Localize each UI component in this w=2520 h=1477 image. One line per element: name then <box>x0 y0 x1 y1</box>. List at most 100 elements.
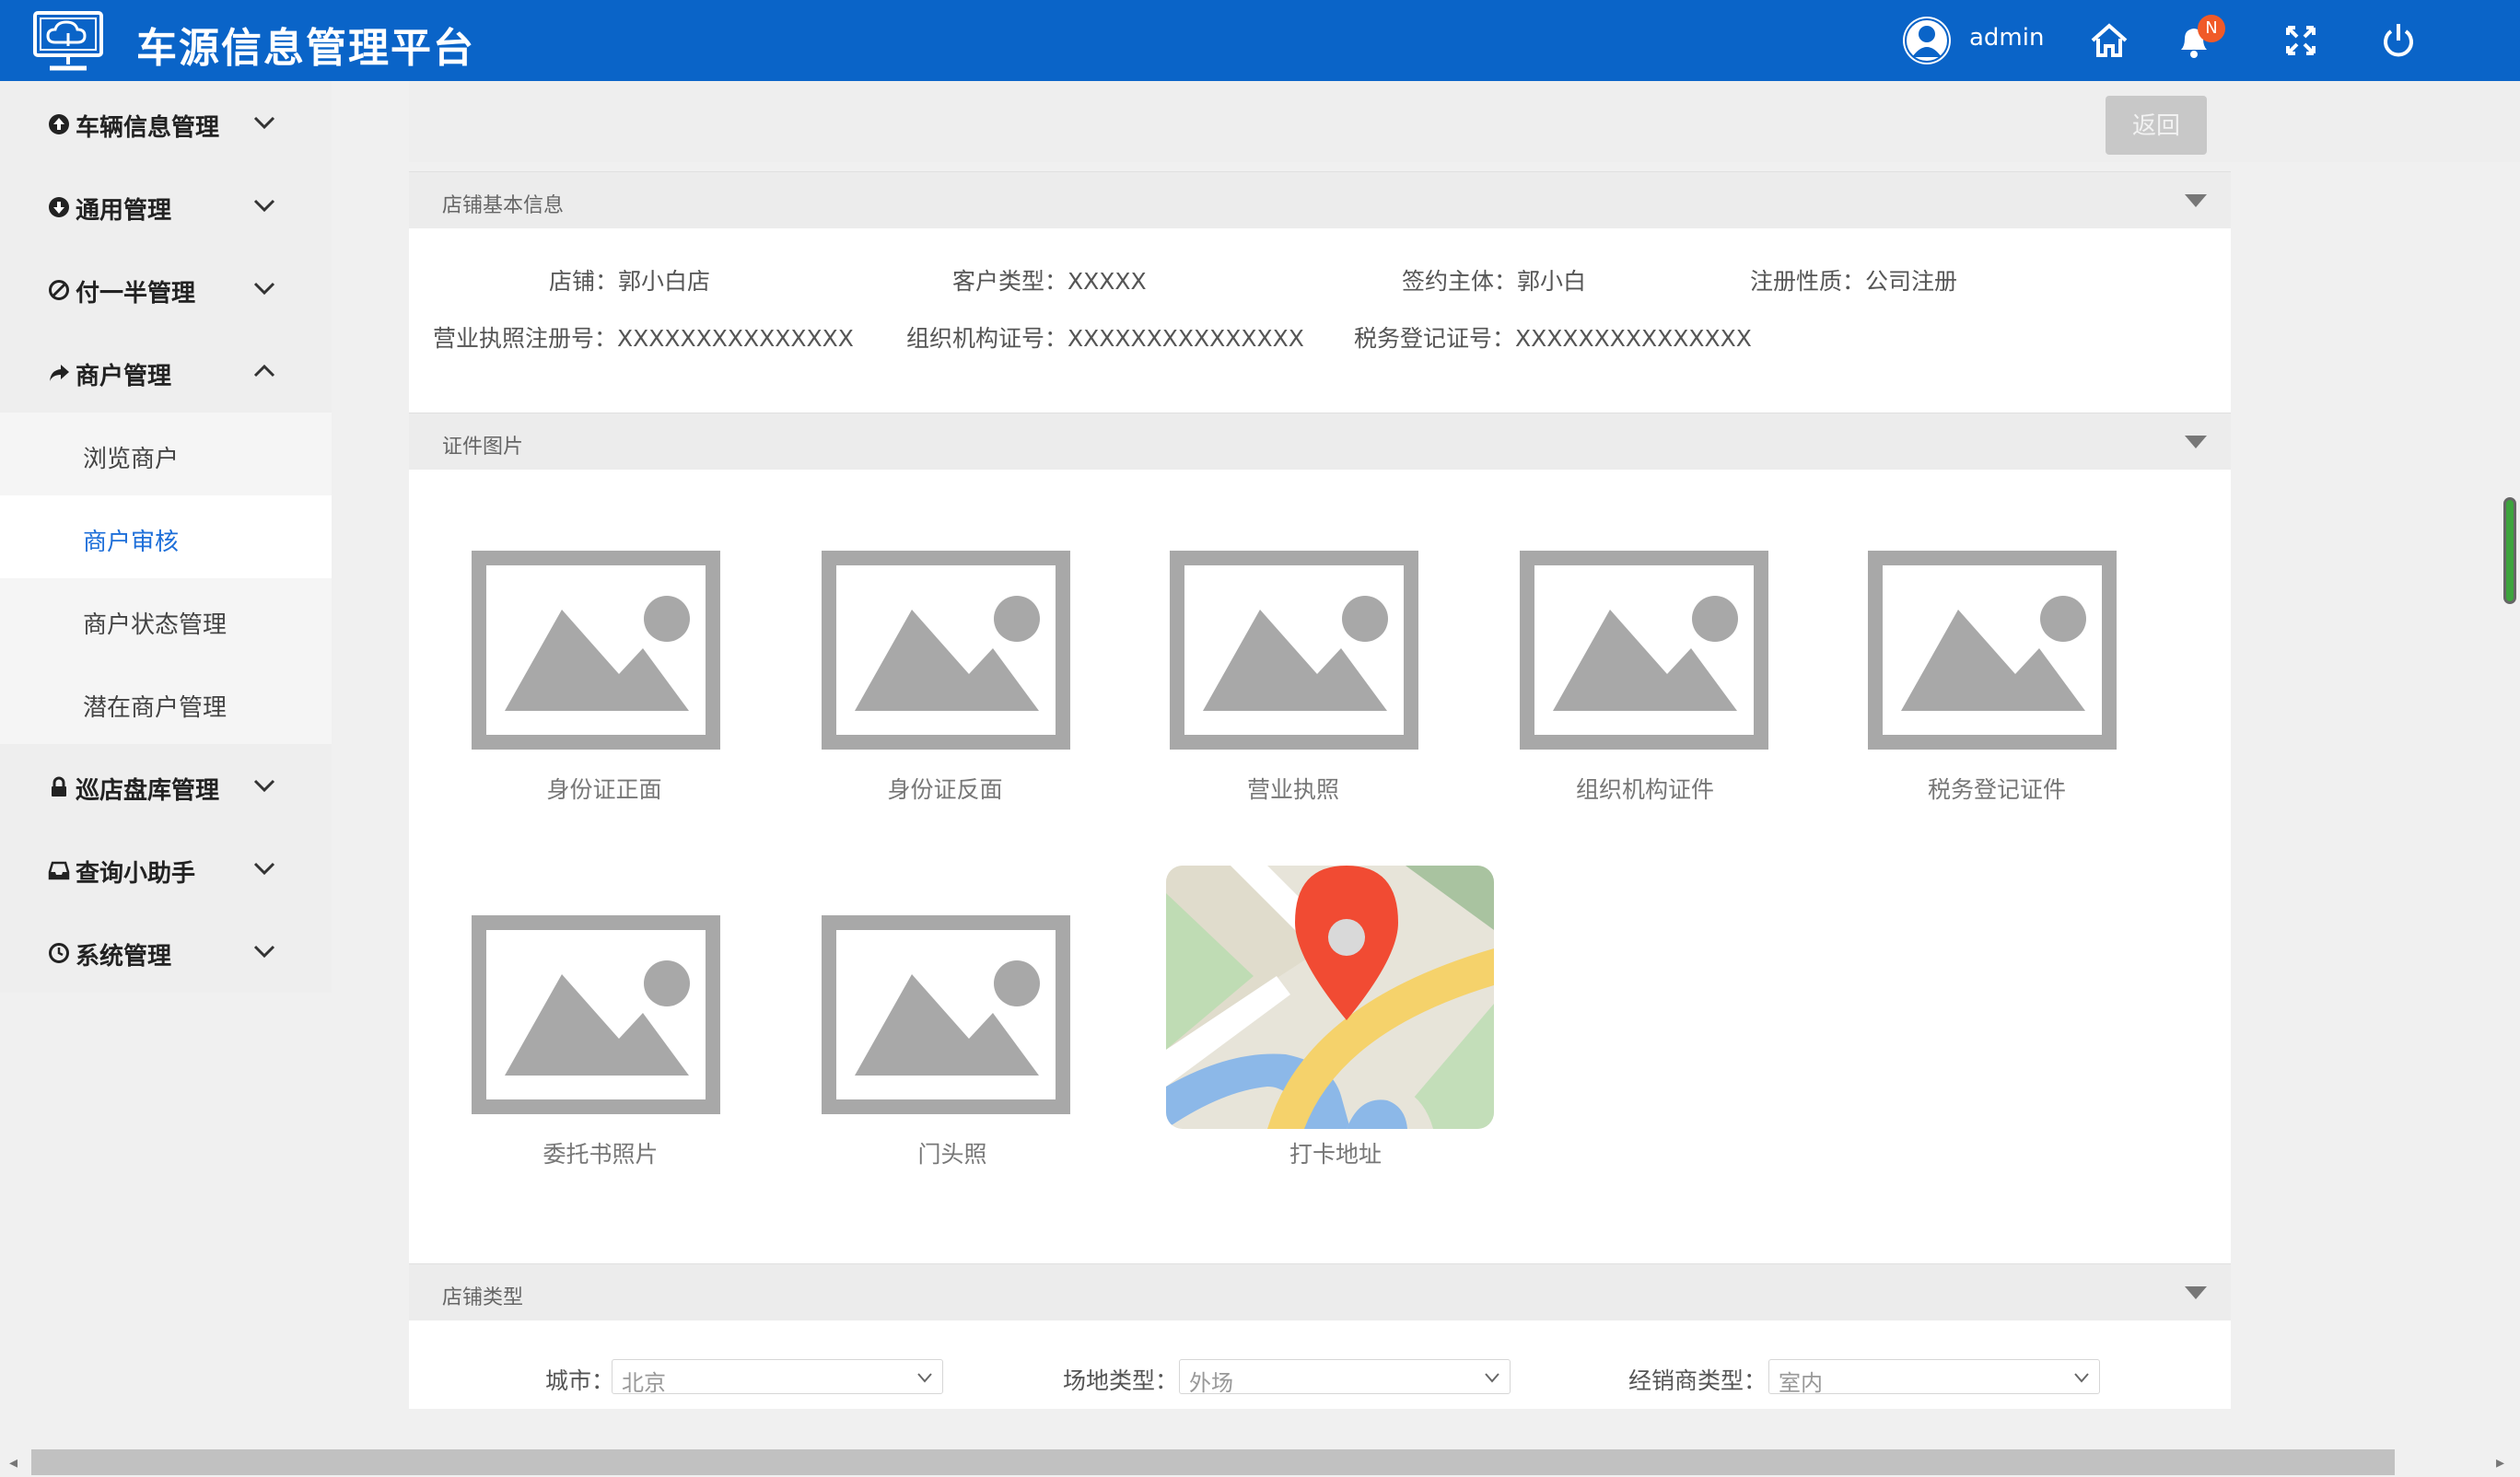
sidebar-sub-label: 潜在商户管理 <box>83 694 228 722</box>
vertical-scrollbar-thumb[interactable] <box>2503 497 2516 604</box>
tax-registration-no: 税务登记证号：XXXXXXXXXXXXXXX <box>1354 325 1752 352</box>
map-pin-icon <box>1166 866 1494 1129</box>
dealer-type-select[interactable]: 室内 <box>1768 1359 2100 1396</box>
org-cert-photo[interactable] <box>1520 551 1768 750</box>
arrow-circle-down-icon <box>49 197 69 217</box>
user-avatar-icon[interactable] <box>1901 15 1953 66</box>
power-icon[interactable] <box>2378 20 2419 61</box>
authorization-letter-photo[interactable] <box>472 915 720 1114</box>
image-placeholder-icon <box>1520 551 1768 750</box>
horizontal-scrollbar-thumb[interactable] <box>31 1449 2395 1475</box>
photo-caption: 组织机构证件 <box>1575 776 1714 803</box>
photo-caption: 税务登记证件 <box>1927 776 2066 803</box>
select-value: 室内 <box>1779 1370 1823 1396</box>
sidebar-item-general[interactable]: 通用管理 <box>0 164 332 247</box>
image-placeholder-icon <box>472 915 720 1114</box>
business-license-photo[interactable] <box>1170 551 1418 750</box>
username-label[interactable]: admin <box>1969 24 2044 52</box>
chevron-down-icon <box>253 282 275 296</box>
chevron-down-icon <box>2074 1373 2089 1383</box>
storefront-photo[interactable] <box>822 915 1070 1114</box>
registration-nature: 注册性质：公司注册 <box>1750 268 1958 295</box>
chevron-down-icon <box>917 1373 932 1383</box>
sidebar-item-vehicle-info[interactable]: 车辆信息管理 <box>0 81 332 164</box>
ban-icon <box>49 280 69 300</box>
fullscreen-icon[interactable] <box>2281 20 2321 61</box>
id-front-photo[interactable] <box>472 551 720 750</box>
sidebar-item-merchant[interactable]: 商户管理 <box>0 330 332 413</box>
customer-type: 客户类型：XXXXX <box>952 268 1147 295</box>
select-value: 外场 <box>1189 1370 1233 1396</box>
app-title: 车源信息管理平台 <box>136 25 475 72</box>
tax-cert-photo[interactable] <box>1868 551 2117 750</box>
sidebar-item-label: 查询小助手 <box>76 860 196 888</box>
sidebar-sub-label: 浏览商户 <box>83 446 180 473</box>
caret-down-icon[interactable] <box>2185 194 2207 207</box>
image-placeholder-icon <box>822 915 1070 1114</box>
panel-header[interactable]: 店铺基本信息 <box>409 171 2231 228</box>
store-name: 店铺：郭小白店 <box>549 268 711 295</box>
chevron-down-icon <box>253 199 275 213</box>
panel-title: 证件图片 <box>442 436 524 459</box>
id-back-photo[interactable] <box>822 551 1070 750</box>
chevron-down-icon <box>1485 1373 1499 1383</box>
lock-icon <box>52 776 66 797</box>
checkin-map[interactable] <box>1166 866 1494 1129</box>
image-placeholder-icon <box>822 551 1070 750</box>
sidebar-item-half-pay[interactable]: 付一半管理 <box>0 247 332 330</box>
sidebar-item-label: 系统管理 <box>76 943 172 971</box>
sidebar-sub-potential-merchant[interactable]: 潜在商户管理 <box>0 661 332 744</box>
photo-caption: 门头照 <box>917 1141 987 1168</box>
sidebar-item-system[interactable]: 系统管理 <box>0 910 332 993</box>
image-placeholder-icon <box>1868 551 2117 750</box>
sidebar-item-label: 车辆信息管理 <box>76 114 220 142</box>
venue-type-select[interactable]: 外场 <box>1179 1359 1511 1396</box>
inbox-icon <box>48 861 70 880</box>
arrow-circle-up-icon <box>49 114 69 134</box>
sidebar-item-label: 巡店盘库管理 <box>76 777 220 805</box>
sidebar-item-label: 付一半管理 <box>76 280 196 308</box>
dealer-type-label: 经销商类型： <box>1628 1367 1768 1394</box>
sidebar-item-patrol[interactable]: 巡店盘库管理 <box>0 744 332 827</box>
sidebar-item-query-helper[interactable]: 查询小助手 <box>0 827 332 910</box>
chevron-down-icon <box>253 862 275 876</box>
chevron-down-icon <box>253 116 275 130</box>
sidebar-sub-label: 商户状态管理 <box>83 611 228 639</box>
back-button[interactable]: 返回 <box>2106 96 2207 155</box>
caret-down-icon[interactable] <box>2185 436 2207 448</box>
city-select[interactable]: 北京 <box>612 1359 943 1396</box>
business-license-no: 营业执照注册号：XXXXXXXXXXXXXXX <box>433 325 854 352</box>
chevron-up-icon <box>253 364 275 378</box>
chevron-down-icon <box>253 779 275 793</box>
sidebar-sub-merchant-review[interactable]: 商户审核 <box>0 495 332 578</box>
top-header: 车源信息管理平台 admin N <box>0 0 2520 81</box>
panel-header[interactable]: 证件图片 <box>409 413 2231 470</box>
sidebar-sub-label: 商户审核 <box>83 529 180 556</box>
scroll-right-icon[interactable]: ▸ <box>2496 1453 2504 1472</box>
home-icon[interactable] <box>2089 20 2129 61</box>
sidebar-sub-merchant-status[interactable]: 商户状态管理 <box>0 578 332 661</box>
image-placeholder-icon <box>472 551 720 750</box>
photo-caption: 身份证正面 <box>546 776 662 803</box>
contract-party: 签约主体：郭小白 <box>1402 268 1587 295</box>
share-icon <box>50 365 69 381</box>
panel-title: 店铺基本信息 <box>442 194 565 217</box>
venue-type-label: 场地类型： <box>1063 1367 1179 1394</box>
photo-caption: 营业执照 <box>1246 776 1339 803</box>
chevron-down-icon <box>253 945 275 959</box>
store-type-panel: 店铺类型 城市： 北京 场地类型： 外场 经销商类型： 室内 <box>409 1263 2231 1409</box>
notification-badge: N <box>2198 15 2225 42</box>
panel-header[interactable]: 店铺类型 <box>409 1263 2231 1320</box>
sidebar-item-label: 通用管理 <box>76 197 172 225</box>
scroll-left-icon[interactable]: ◂ <box>9 1453 18 1472</box>
image-placeholder-icon <box>1170 551 1418 750</box>
map-caption: 打卡地址 <box>1289 1141 1382 1168</box>
city-label: 城市： <box>545 1367 615 1394</box>
sidebar-item-label: 商户管理 <box>76 363 172 390</box>
clock-icon <box>49 943 69 963</box>
panel-title: 店铺类型 <box>442 1286 524 1309</box>
caret-down-icon[interactable] <box>2185 1286 2207 1299</box>
sidebar-sub-browse-merchant[interactable]: 浏览商户 <box>0 413 332 495</box>
photo-caption: 委托书照片 <box>542 1141 659 1168</box>
photo-caption: 身份证反面 <box>887 776 1003 803</box>
